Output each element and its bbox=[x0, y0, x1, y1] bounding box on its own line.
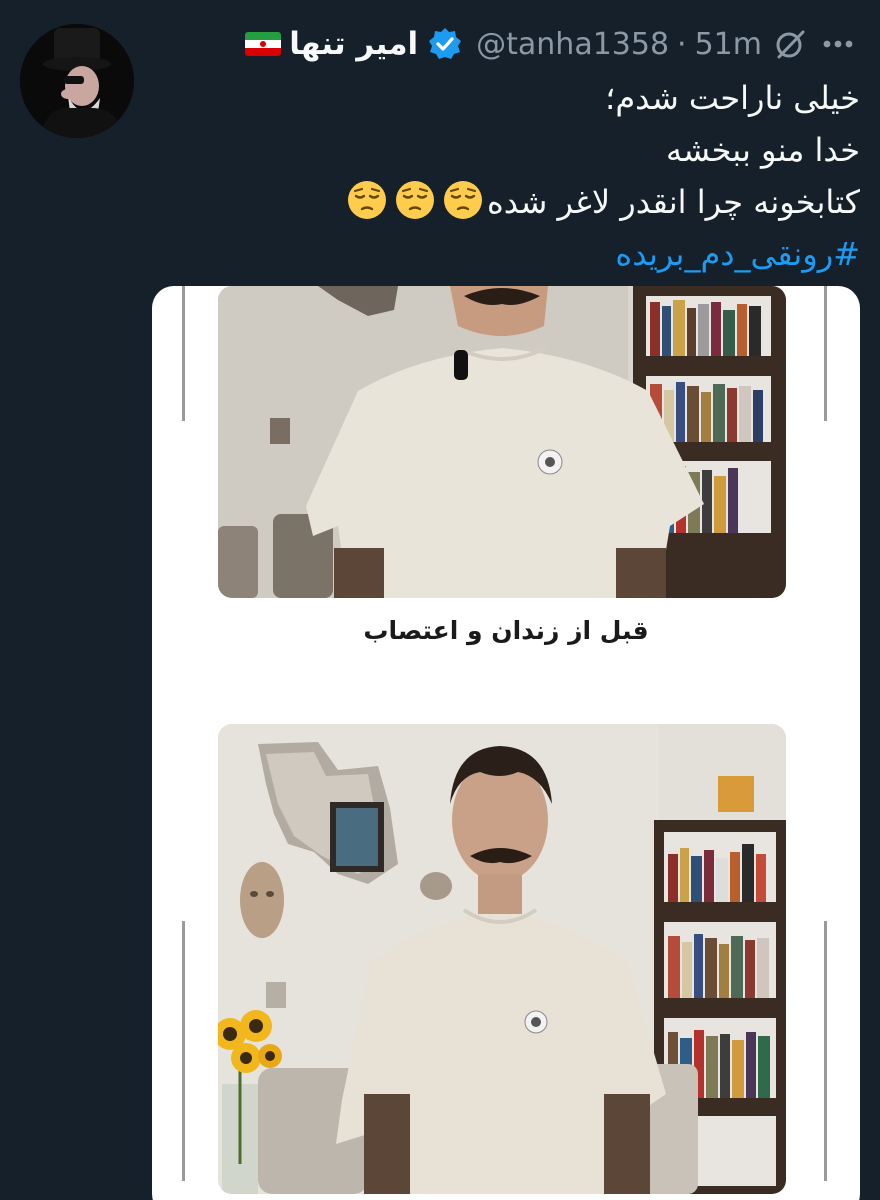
iran-flag-icon bbox=[245, 32, 282, 56]
tweet-line-2: خدا منو ببخشه bbox=[665, 131, 860, 169]
divider-line bbox=[824, 921, 827, 1181]
tweet-line-1: خیلی ناراحت شدم؛ bbox=[605, 79, 860, 117]
tweet-header: @tanha1358 · 51m امیر تنها bbox=[245, 22, 858, 66]
author-display-name[interactable]: امیر تنها bbox=[289, 26, 418, 62]
photo-before[interactable] bbox=[218, 286, 786, 598]
more-icon[interactable] bbox=[818, 24, 858, 64]
hashtag-link[interactable]: #رونقی_دم_بریده bbox=[160, 228, 860, 280]
pensive-face-icon bbox=[395, 181, 434, 219]
tweet-media[interactable]: قبل از زندان و اعتصاب bbox=[152, 286, 860, 1200]
tweet-line-3: کتابخونه چرا انقدر لاغر شده bbox=[160, 176, 860, 228]
photo-after[interactable] bbox=[218, 724, 786, 1194]
tweet-meta: @tanha1358 · 51m bbox=[476, 27, 762, 62]
divider-line bbox=[182, 921, 185, 1181]
meta-separator: · bbox=[677, 26, 687, 62]
photo-caption: قبل از زندان و اعتصاب bbox=[363, 616, 649, 645]
pensive-face-icon bbox=[347, 181, 386, 219]
pensive-face-icon bbox=[443, 181, 482, 219]
author-handle[interactable]: @tanha1358 bbox=[476, 27, 669, 62]
avatar[interactable] bbox=[20, 24, 134, 138]
tweet-text: خیلی ناراحت شدم؛ خدا منو ببخشه کتابخونه … bbox=[160, 72, 860, 280]
divider-line bbox=[824, 286, 827, 421]
tweet[interactable]: @tanha1358 · 51m امیر تنها خیلی ناراحت ش… bbox=[0, 0, 880, 1200]
tweet-line-3-text: کتابخونه چرا انقدر لاغر شده bbox=[486, 183, 860, 221]
tweet-timestamp[interactable]: 51m bbox=[695, 27, 762, 62]
verified-badge-icon bbox=[429, 28, 462, 59]
grok-icon[interactable] bbox=[770, 24, 810, 64]
divider-line bbox=[182, 286, 185, 421]
